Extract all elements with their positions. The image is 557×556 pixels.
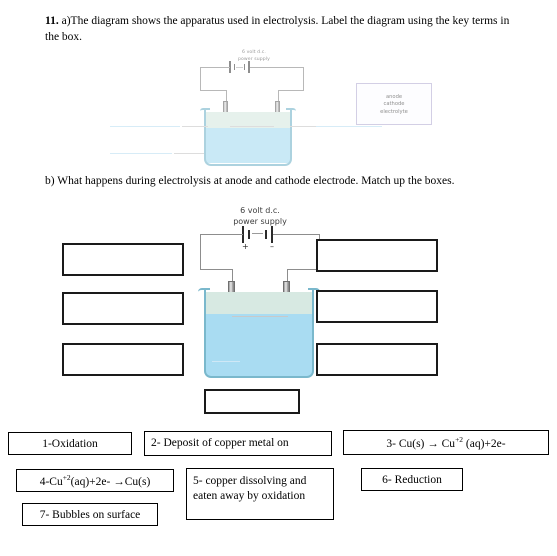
battery-wire-b <box>250 67 278 68</box>
circuit-wire-bottom-top-right <box>280 234 320 236</box>
circuit-wire-bottom-left-vertical <box>200 234 202 270</box>
blank-answer-box-right-3[interactable] <box>316 343 438 376</box>
label-leader-line-left-lower <box>110 153 172 154</box>
blank-answer-box-left-1[interactable] <box>62 243 184 276</box>
battery-wire-a <box>226 67 230 68</box>
battery-wire-bottom-dotted <box>252 233 263 235</box>
electrode-lead-right-bottom <box>287 269 289 281</box>
power-supply-label-bottom-line2: power supply <box>233 216 287 226</box>
key-terms-box: anode cathode electrolyte <box>356 83 432 125</box>
label-leader-connector-middle <box>230 126 274 127</box>
blank-answer-box-left-2[interactable] <box>62 292 184 325</box>
battery-plate-4 <box>244 64 246 70</box>
blank-answer-box-bottom-center[interactable] <box>204 389 300 414</box>
electrode-lead-left <box>226 90 227 101</box>
circuit-wire-top-right <box>278 67 304 68</box>
label-leader-connector-left-upper <box>182 126 208 127</box>
blank-answer-box-left-3[interactable] <box>62 343 184 376</box>
question-11a-body: a)The diagram shows the apparatus used i… <box>45 15 510 43</box>
question-11-number: 11. <box>45 15 59 27</box>
option-box-2[interactable]: 2- Deposit of copper metal on <box>144 431 332 456</box>
electrode-lead-right <box>278 90 279 101</box>
power-supply-label-top-line2: power supply <box>238 56 270 62</box>
option-box-6[interactable]: 6- Reduction <box>361 468 463 491</box>
terminal-positive-label: + <box>242 242 249 251</box>
option-4-text: 4-Cu+2(aq)+2e- →Cu(s) <box>39 473 151 488</box>
circuit-wire-bottom-right <box>278 90 304 91</box>
electrode-surface-line <box>232 316 288 317</box>
label-leader-line-left-upper <box>110 126 180 127</box>
question-11b-text: b) What happens during electrolysis at a… <box>45 175 455 187</box>
circuit-wire-left-vertical <box>200 67 201 90</box>
battery-plate-bottom-4 <box>265 230 267 239</box>
electrode-lead-left-bottom <box>232 269 234 281</box>
option-box-5[interactable]: 5- copper dissolving and eaten away by o… <box>186 468 334 520</box>
option-box-7[interactable]: 7- Bubbles on surface <box>22 503 158 526</box>
beaker-lip-left-top <box>200 108 210 114</box>
label-leader-line-right-upper <box>316 126 382 127</box>
battery-wire-bottom-a <box>240 234 243 236</box>
circuit-wire-bottom-top-left <box>200 234 240 236</box>
option-1-text: 1-Oxidation <box>42 437 98 450</box>
option-7-text: 7- Bubbles on surface <box>39 508 141 521</box>
option-box-4[interactable]: 4-Cu+2(aq)+2e- →Cu(s) <box>16 469 174 492</box>
option-box-3[interactable]: 3- Cu(s) → Cu+2 (aq)+2e- <box>343 430 549 455</box>
label-leader-connector-left-lower <box>174 153 204 154</box>
battery-wire-c <box>236 67 243 68</box>
key-term-cathode: cathode <box>383 101 405 107</box>
key-term-electrolyte: electrolyte <box>380 108 408 115</box>
key-term-anode: anode <box>385 93 403 100</box>
circuit-wire-bottom-bottom-left <box>200 269 232 271</box>
battery-plate-bottom-2 <box>248 230 250 239</box>
battery-plate-2 <box>234 64 236 70</box>
power-supply-label-bottom: 6 volt d.c. power supply <box>200 206 320 228</box>
option-3-text: 3- Cu(s) → Cu+2 (aq)+2e- <box>386 435 506 450</box>
bubble-streak <box>212 361 240 362</box>
circuit-wire-right-vertical <box>303 67 304 90</box>
electrolysis-diagram-bottom: 6 volt d.c. power supply + – <box>186 206 334 386</box>
blank-answer-box-right-2[interactable] <box>316 290 438 323</box>
option-2-text: 2- Deposit of copper metal on <box>151 437 289 450</box>
circuit-wire-top-left <box>200 67 226 68</box>
beaker-lip-right-top <box>286 108 296 114</box>
option-6-text: 6- Reduction <box>382 473 442 486</box>
beaker-outline-bottom-diagram <box>204 290 314 378</box>
blank-answer-box-right-1[interactable] <box>316 239 438 272</box>
terminal-negative-label: – <box>270 242 274 251</box>
question-11a-text: 11. a)The diagram shows the apparatus us… <box>45 14 525 45</box>
beaker-outline-top-diagram <box>204 110 292 166</box>
circuit-wire-bottom-left <box>200 90 226 91</box>
beaker-lip-left-bottom <box>198 288 210 296</box>
power-supply-label-top-line1: 6 volt d.c. <box>242 50 266 55</box>
option-5-text: 5- copper dissolving and eaten away by o… <box>193 475 307 502</box>
electrolysis-diagram-top: 6 volt d.c. power supply anode cathode e… <box>108 50 448 168</box>
battery-wire-bottom-b <box>273 234 281 236</box>
option-box-1[interactable]: 1-Oxidation <box>8 432 132 455</box>
power-supply-label-top: 6 volt d.c. power supply <box>214 50 294 64</box>
power-supply-label-bottom-line1: 6 volt d.c. <box>240 206 280 215</box>
label-leader-connector-right-upper <box>290 126 316 127</box>
